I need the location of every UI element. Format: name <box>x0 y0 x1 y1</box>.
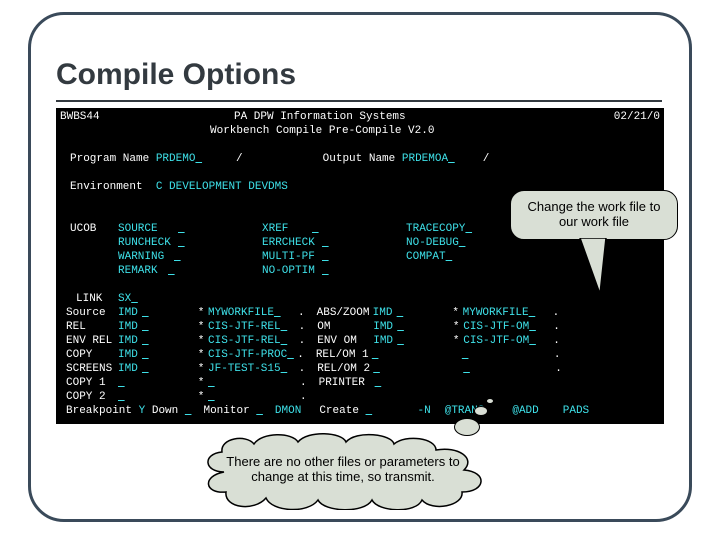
env-field[interactable]: C DEVELOPMENT DEVDMS <box>156 180 288 194</box>
ucob-opt[interactable]: XREF <box>262 222 312 236</box>
pads-field[interactable]: PADS <box>563 404 589 418</box>
thought-bubble-icon <box>486 398 494 404</box>
file-row-label: COPY 2 <box>66 390 118 404</box>
thought-bubble-icon <box>454 418 480 436</box>
breakpoint-label: Breakpoint <box>66 404 132 418</box>
ucob-opt[interactable]: NO-OPTIM <box>262 264 322 278</box>
down-field[interactable] <box>185 404 197 418</box>
star-icon: * <box>194 348 208 362</box>
ucob-opt[interactable]: MULTI-PF <box>262 250 322 264</box>
term-title1: PA DPW Information Systems <box>234 110 406 124</box>
term-date: 02/21/0 <box>614 110 660 124</box>
star-icon: * <box>449 306 463 320</box>
ucob-label: UCOB <box>70 222 118 236</box>
add-field[interactable]: @ADD <box>512 404 538 418</box>
file-field[interactable] <box>373 362 449 376</box>
file-field[interactable]: MYWORKFILE <box>463 306 529 320</box>
ucob-opt[interactable]: ERRCHECK <box>262 236 322 250</box>
prog-label: Program Name <box>70 152 149 166</box>
file-col-label: REL/OM 1 <box>316 348 372 362</box>
file-row-label: Source <box>66 306 118 320</box>
link-label: LINK <box>76 292 118 306</box>
callout-transmit: There are no other files or parameters t… <box>204 438 482 498</box>
file-field[interactable] <box>463 362 555 376</box>
file-field[interactable] <box>208 390 300 404</box>
callout-workfile: Change the work file to our work file <box>510 190 678 240</box>
file-col-label: OM <box>317 320 373 334</box>
file-field[interactable]: IMD <box>118 348 142 362</box>
file-field[interactable] <box>375 376 451 390</box>
ucob-opt[interactable]: COMPAT <box>406 250 446 264</box>
abs-label: ABS/ZOOM <box>317 306 373 320</box>
out-label: Output Name <box>323 152 396 166</box>
file-field[interactable] <box>462 348 554 362</box>
star-icon: * <box>194 320 208 334</box>
title-rule <box>56 100 662 102</box>
thought-bubble-icon <box>474 406 488 416</box>
terminal-screen: BWBS44 PA DPW Information Systems 02/21/… <box>56 108 664 424</box>
file-field[interactable] <box>372 348 448 362</box>
breakpoint-field[interactable]: Y <box>139 404 146 418</box>
ucob-opt[interactable]: REMARK <box>118 264 168 278</box>
file-field[interactable]: CIS-JTF-REL <box>208 320 281 334</box>
monitor-label: Monitor <box>203 404 249 418</box>
prog-name-field[interactable]: PRDEMO <box>156 152 196 166</box>
ucob-opt[interactable]: SOURCE <box>118 222 178 236</box>
star-icon: * <box>449 334 463 348</box>
star-icon: * <box>194 306 208 320</box>
file-col-label: ENV OM <box>317 334 373 348</box>
file-field[interactable]: IMD <box>118 320 142 334</box>
star-icon: * <box>194 334 208 348</box>
file-field[interactable] <box>118 376 194 390</box>
file-field[interactable]: IMD <box>118 306 142 320</box>
file-field[interactable]: CIS-JTF-OM <box>463 320 529 334</box>
out-name-field[interactable]: PRDEMOA <box>402 152 448 166</box>
file-field[interactable]: IMD <box>118 334 142 348</box>
star-icon: * <box>194 390 208 404</box>
create-label: Create <box>319 404 359 418</box>
term-title2: Workbench Compile Pre-Compile V2.0 <box>210 124 434 138</box>
file-field[interactable]: CIS-JTF-PROC <box>208 348 287 362</box>
link-field[interactable]: SX <box>118 292 131 306</box>
file-field[interactable]: IMD <box>373 334 397 348</box>
term-id: BWBS44 <box>60 110 132 124</box>
file-col-label: REL/OM 2 <box>317 362 373 376</box>
file-field[interactable]: CIS-JTF-OM <box>463 334 529 348</box>
callout-tail-icon <box>578 238 618 296</box>
star-icon: * <box>194 362 208 376</box>
star-icon: * <box>194 376 208 390</box>
ucob-opt[interactable]: TRACECOPY <box>406 222 465 236</box>
file-row-label: COPY 1 <box>66 376 118 390</box>
file-field[interactable]: IMD <box>373 320 397 334</box>
create-field[interactable] <box>366 404 378 418</box>
callout-text: There are no other files or parameters t… <box>226 454 459 484</box>
printer-label: PRINTER <box>319 376 375 390</box>
file-row-label: COPY <box>66 348 118 362</box>
file-row-label: SCREENS <box>66 362 118 376</box>
file-field[interactable] <box>118 390 194 404</box>
env-label: Environment <box>70 180 143 194</box>
file-field[interactable]: JF-TEST-S15 <box>208 362 281 376</box>
neg-n-field[interactable]: -N <box>418 404 431 418</box>
slide-title: Compile Options <box>56 58 296 92</box>
ucob-opt[interactable]: RUNCHECK <box>118 236 178 250</box>
callout-text: Change the work file to our work file <box>528 199 661 229</box>
file-row-label: ENV REL <box>66 334 118 348</box>
file-field[interactable]: IMD <box>373 306 397 320</box>
down-label: Down <box>152 404 178 418</box>
file-field[interactable]: IMD <box>118 362 142 376</box>
ucob-opt[interactable]: NO-DEBUG <box>406 236 459 250</box>
file-field[interactable]: MYWORKFILE <box>208 306 274 320</box>
file-field[interactable]: CIS-JTF-REL <box>208 334 281 348</box>
file-field[interactable] <box>208 376 300 390</box>
monitor-field[interactable] <box>256 404 268 418</box>
file-row-label: REL <box>66 320 118 334</box>
star-icon: * <box>449 320 463 334</box>
dmon-label: DMON <box>275 404 301 418</box>
ucob-opt[interactable]: WARNING <box>118 250 174 264</box>
